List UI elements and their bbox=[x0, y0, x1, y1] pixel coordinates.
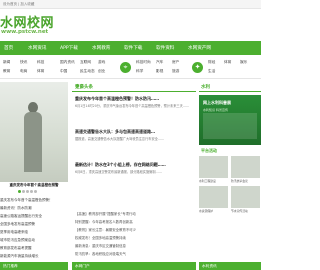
featured-caption[interactable]: 重庆发布今年首个高温橙色预警 bbox=[0, 183, 68, 188]
quick-link[interactable]: 新闻 bbox=[3, 60, 10, 65]
quick-links: 新闻 快讯 科技 教育 电商 体育 国内资讯 互联网 游戏 中国 民生动态 创业… bbox=[0, 57, 261, 79]
list-item[interactable]: 防汛抗旱：各地积极应对极端天气 bbox=[75, 250, 195, 258]
thumb-image[interactable] bbox=[199, 186, 228, 208]
quick-link[interactable]: 创业 bbox=[98, 69, 105, 74]
quick-link[interactable]: 国内资讯 bbox=[60, 60, 75, 65]
quick-link[interactable]: 旅游 bbox=[172, 69, 179, 74]
middle-column: 今日头条 更多 重庆发布今年首个高温橙色预警！防水防汛…… 6月1日14时20分… bbox=[72, 82, 196, 270]
quick-link[interactable]: 生活 bbox=[208, 69, 215, 74]
quick-link[interactable]: 快讯 bbox=[20, 60, 27, 65]
thumb-image[interactable] bbox=[199, 156, 228, 178]
quick-link[interactable]: 游戏 bbox=[98, 60, 105, 65]
nav-item-education[interactable]: 水网教育 bbox=[92, 45, 110, 51]
thumb-image[interactable] bbox=[231, 186, 260, 208]
quick-link[interactable]: 民生动态 bbox=[80, 69, 95, 74]
list-item[interactable]: 重庆发布今年首个高温橙色预警！ bbox=[0, 196, 68, 204]
headline-tab: 今日头条 更多 bbox=[72, 82, 196, 92]
quick-link[interactable]: 科学 bbox=[136, 69, 143, 74]
quick-link[interactable]: 体育 bbox=[37, 69, 44, 74]
thumb-caption[interactable]: 防汛抗旱会议 bbox=[231, 179, 260, 183]
quick-link[interactable]: 体育 bbox=[224, 60, 231, 65]
list-item[interactable]: 夏季用电高峰来临 bbox=[0, 228, 68, 236]
list-item[interactable]: 高速公路客运提醒出行安全 bbox=[0, 212, 68, 220]
list-item[interactable]: 最新资讯！防水防潮 bbox=[0, 204, 68, 212]
list-item[interactable]: 全国多地发布高温预警 bbox=[0, 220, 68, 228]
section-title: 平台活动 bbox=[201, 148, 217, 153]
headline-item[interactable]: 重庆发布今年首个高温橙色预警！防水防汛…… 6月1日14时20分，重庆市气象台发… bbox=[75, 96, 195, 113]
list-item[interactable]: 教育部发布高考提醒 bbox=[0, 244, 68, 252]
list-item[interactable]: 【教育】家长注意：暑期安全教育不可少 bbox=[75, 226, 195, 234]
thumb-caption[interactable]: 水利工程建设 bbox=[199, 179, 228, 183]
logo-url: www.pstcw.net bbox=[1, 29, 49, 35]
banner-image bbox=[203, 113, 257, 139]
headline-item[interactable]: 高速交通警告水大队：多与包高速高速道路… 据报道，高速交通警告水大队提醒广大驾驶… bbox=[75, 129, 195, 146]
quick-link[interactable]: 教育 bbox=[3, 69, 10, 74]
list-item[interactable]: 权威发布！全国多地高温预警持续 bbox=[75, 234, 195, 242]
banner-subtitle: 水利知识 科普宣传 bbox=[203, 108, 228, 112]
slider-dot[interactable] bbox=[26, 190, 29, 193]
thumb-caption[interactable]: 水资源保护 bbox=[199, 209, 228, 213]
quick-link[interactable]: 汽车 bbox=[156, 60, 163, 65]
right-column: 水利 网上水利科普展 水利知识 科普宣传 平台活动 水利工程建设 防汛抗旱会议 … bbox=[199, 82, 261, 270]
quick-link[interactable]: 科技 bbox=[37, 60, 44, 65]
quick-link[interactable]: 娱乐 bbox=[240, 60, 247, 65]
quick-link[interactable]: 电商 bbox=[20, 69, 27, 74]
more-link[interactable]: 更多 bbox=[75, 84, 194, 90]
left-footer-heading: 热门推荐 bbox=[0, 262, 68, 270]
quick-link[interactable]: 互联网 bbox=[80, 60, 91, 65]
quick-link[interactable]: 房产 bbox=[172, 60, 179, 65]
list-item[interactable]: 城市防汛应急预案启动 bbox=[0, 236, 68, 244]
promo-banner[interactable]: 网上水利科普展 水利知识 科普宣传 bbox=[199, 95, 261, 145]
person-silhouette bbox=[24, 112, 42, 172]
banner-title: 网上水利科普展 bbox=[203, 100, 231, 105]
nav-item-app[interactable]: APP下载 bbox=[60, 45, 78, 51]
quick-link[interactable]: 影视 bbox=[156, 69, 163, 74]
slider-dot[interactable] bbox=[34, 190, 37, 193]
featured-image[interactable] bbox=[0, 82, 68, 182]
quick-link[interactable]: 科技时尚 bbox=[136, 60, 151, 65]
mid-footer-heading: 水网门户 bbox=[72, 262, 196, 270]
left-column: 重庆发布今年首个高温橙色预警 重庆发布今年首个高温橙色预警！ 最新资讯！防水防潮… bbox=[0, 82, 70, 270]
headline-desc: 据报道，高速交通警告水大队提醒广大驾驶员注意行车安全…… bbox=[75, 136, 165, 141]
quick-link[interactable]: 财经 bbox=[208, 60, 215, 65]
quick-link[interactable]: 中国 bbox=[60, 69, 67, 74]
list-item[interactable]: 特别提醒：今年高考报名人数再创新高 bbox=[75, 218, 195, 226]
tab-water[interactable]: 水利 bbox=[201, 84, 210, 90]
right-tab: 水利 bbox=[199, 82, 261, 92]
nav-item-resources[interactable]: 软件资料 bbox=[156, 45, 174, 51]
main-nav: 首页 水网资讯 APP下载 水网教育 软件下载 软件资料 水网资产网 bbox=[0, 41, 261, 55]
headline-desc: 6月1日14时20分，重庆市气象台发布今年首个高温橙色预警，预计未来三天…… bbox=[75, 103, 190, 108]
site-logo[interactable]: 水网校网 www.pstcw.net bbox=[0, 10, 80, 38]
location-icon[interactable]: ⌖ bbox=[120, 62, 131, 73]
left-news-list: 重庆发布今年首个高温橙色预警！ 最新资讯！防水防潮 高速公路客运提醒出行安全 全… bbox=[0, 196, 68, 260]
list-item[interactable]: 【高速】教育部开展"提醒家长"专项行动 bbox=[75, 210, 195, 218]
thumb-image[interactable] bbox=[231, 156, 260, 178]
slider-dots bbox=[18, 189, 52, 193]
nav-item-news[interactable]: 水网资讯 bbox=[28, 45, 46, 51]
right-footer-heading: 水利资讯 bbox=[199, 262, 261, 270]
nav-item-software[interactable]: 软件下载 bbox=[124, 45, 142, 51]
slider-dot[interactable] bbox=[18, 190, 21, 193]
nav-item-assets[interactable]: 水网资产网 bbox=[188, 45, 211, 51]
headline-title[interactable]: 高速交通警告水大队：多与包高速高速道路… bbox=[75, 129, 195, 135]
slider-dot[interactable] bbox=[22, 190, 25, 193]
sports-icon[interactable]: ✦ bbox=[192, 62, 203, 73]
thumb-caption[interactable]: 节水宣传活动 bbox=[231, 209, 260, 213]
headline-desc: 6月8日，重庆高速交警发布最新通报，部分路段实施管制…… bbox=[75, 169, 162, 174]
headline-item[interactable]: 最新估计！防水在3个小组上榜，存在网络问题…… 6月8日，重庆高速交警发布最新通… bbox=[75, 162, 195, 179]
slider-dot[interactable] bbox=[30, 190, 33, 193]
nav-item-home[interactable]: 首页 bbox=[4, 45, 13, 51]
list-item[interactable]: 最新消息：重庆市区交通管制信息 bbox=[75, 242, 195, 250]
headline-title[interactable]: 最新估计！防水在3个小组上榜，存在网络问题…… bbox=[75, 162, 195, 168]
mid-news-list: 【高速】教育部开展"提醒家长"专项行动 特别提醒：今年高考报名人数再创新高 【教… bbox=[75, 210, 195, 258]
list-item[interactable]: 新能源汽车销量持续增长 bbox=[0, 252, 68, 260]
top-bar: 设为首页 | 加入收藏 bbox=[0, 0, 261, 9]
headline-title[interactable]: 重庆发布今年首个高温橙色预警！防水防汛…… bbox=[75, 96, 195, 102]
topbar-links[interactable]: 设为首页 | 加入收藏 bbox=[3, 2, 34, 7]
